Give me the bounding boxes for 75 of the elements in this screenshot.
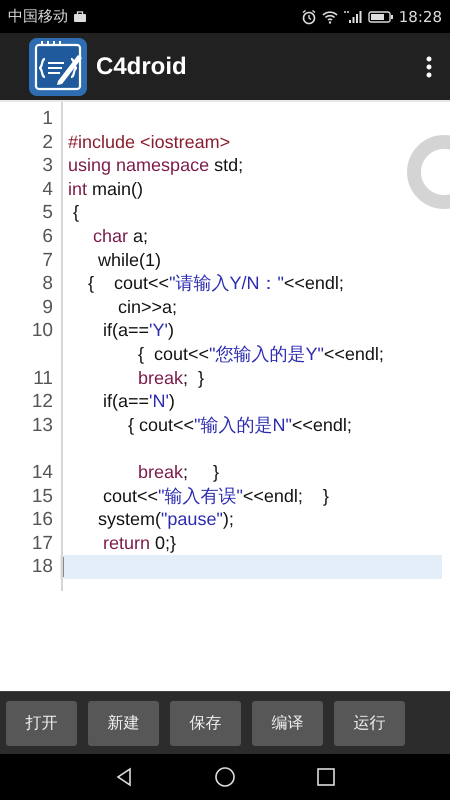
code-keyword: break [137,366,184,390]
string-literal: 'Y' [149,319,168,342]
string-literal: "pause" [161,508,223,532]
code-text: <<endl; [292,414,352,437]
line-number: 5 [41,201,53,225]
line-number: 16 [30,508,53,532]
line-number: 2 [41,130,53,154]
string-literal: "输入有误" [158,484,243,508]
line-number: 6 [41,224,53,249]
string-literal: "请输入Y/N：" [169,272,284,296]
back-icon[interactable] [114,767,134,787]
code-text: ) [168,319,174,342]
toolbar-button[interactable]: 新建 [88,700,159,746]
carrier-name: 中国移动 [8,7,68,26]
wifi-icon [322,10,338,24]
code-text: if(a== [102,319,150,342]
code-text: std; [213,154,244,178]
code-text: { cout<< [127,414,194,437]
home-icon[interactable] [214,766,236,788]
line-number: 18 [30,555,53,579]
code-text: ; } [183,460,220,484]
code-text: { cout<< [87,272,170,296]
toolbar-button[interactable]: 打开 [6,700,77,746]
app-title: C4droid [96,52,187,80]
code-text: while(1) [97,248,162,272]
overflow-menu-icon [426,56,432,78]
code-text: a; [132,224,148,248]
line-number: 9 [41,296,53,320]
clock-time: 18:28 [398,8,442,26]
line-number: 8 [41,272,53,296]
code-text: ; } [183,366,204,390]
alarm-icon [300,8,317,24]
line-number: 15 [30,484,53,508]
line-number: 17 [30,532,53,556]
battery-icon [368,10,394,22]
app-logo-icon [28,36,88,96]
code-text: ); [222,508,234,532]
code-text: <<endl; [324,342,384,366]
briefcase-icon [73,10,87,22]
code-text: <<endl; } [242,484,329,508]
code-text: cout<< [102,484,158,508]
string-literal: 'N' [149,390,169,414]
line-number: 14 [30,460,53,484]
code-text: { cout<< [137,342,210,366]
toolbar-button[interactable]: 编译 [252,700,323,746]
string-literal: "输入的是N" [194,414,292,437]
text-cursor [62,557,64,578]
toolbar-button[interactable]: 保存 [170,700,241,746]
code-text: { [72,201,80,224]
line-number: 7 [41,248,53,272]
code-keyword: int [68,178,88,201]
code-text: <<endl; [284,272,344,296]
code-text: cin>>a; [117,296,178,319]
scroll-handle-icon[interactable] [404,132,450,212]
code-keyword: char [92,224,128,248]
code-keyword: break [137,460,184,484]
code-text: ) [168,390,175,414]
code-text: 0;} [154,532,176,555]
recent-apps-icon[interactable] [316,767,336,787]
signal-icon [342,10,363,24]
line-number: 1 [41,107,53,131]
line-number: 13 [30,414,53,438]
code-text: system( [97,508,162,532]
line-number: 10 [30,319,53,344]
code-keyword: using namespace [68,154,210,178]
code-text: main() [91,178,144,201]
line-number: 3 [41,154,53,178]
toolbar-button[interactable]: 运行 [334,700,405,746]
line-number: 12 [30,390,53,414]
preprocessor-directive: #include <iostream> [68,130,230,154]
string-literal: "您输入的是Y" [209,342,324,366]
code-keyword: return [102,532,150,555]
code-text: if(a== [102,390,150,414]
line-number: 11 [32,366,53,390]
line-number: 4 [41,178,53,202]
